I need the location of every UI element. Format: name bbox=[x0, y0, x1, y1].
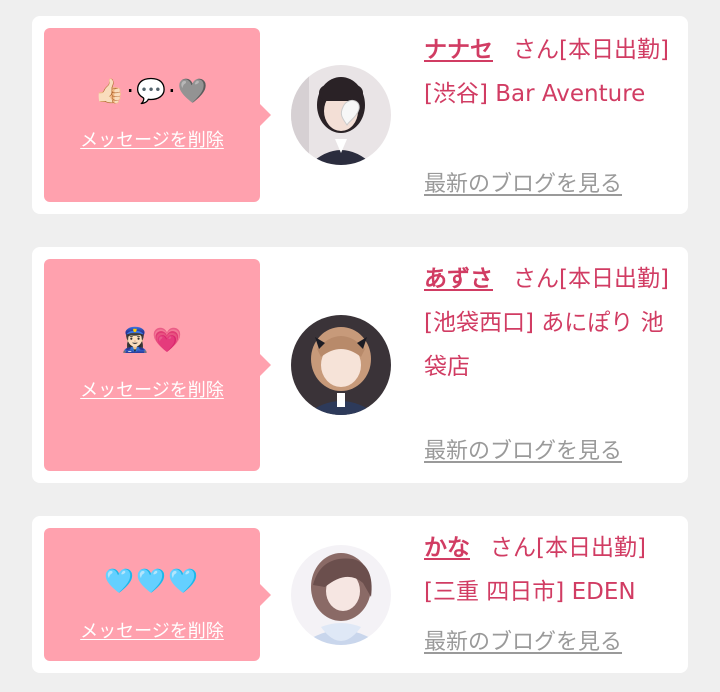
area-label: [三重 四日市] bbox=[424, 579, 565, 605]
avatar-photo bbox=[291, 65, 391, 165]
avatar-photo bbox=[291, 315, 391, 415]
avatar[interactable] bbox=[291, 545, 391, 645]
message-bubble: 👮🏻‍♀️💗 メッセージを削除 bbox=[44, 259, 271, 471]
message-emoji: 👮🏻‍♀️💗 bbox=[120, 326, 184, 354]
cast-info: かな さん[本日出勤] [三重 四日市] EDEN bbox=[424, 526, 680, 614]
list-item: 👮🏻‍♀️💗 メッセージを削除 あずさ さん[本日出勤] [池袋西口] あにぽり … bbox=[32, 247, 688, 483]
cast-info: ナナセ さん[本日出勤] [渋谷] Bar Aventure bbox=[424, 28, 680, 116]
avatar[interactable] bbox=[291, 65, 391, 165]
shop-name: EDEN bbox=[571, 579, 636, 605]
delete-message-link[interactable]: メッセージを削除 bbox=[44, 621, 260, 643]
cast-name-link[interactable]: かな bbox=[424, 535, 470, 561]
attendance-status: さん[本日出勤] bbox=[490, 535, 646, 561]
cast-name-link[interactable]: あずさ bbox=[424, 266, 493, 292]
cast-info: あずさ さん[本日出勤] [池袋西口] あにぽり 池袋店 bbox=[424, 257, 680, 389]
latest-blog-link[interactable]: 最新のブログを見る bbox=[424, 628, 622, 658]
cast-name-link[interactable]: ナナセ bbox=[424, 37, 493, 63]
area-label: [池袋西口] bbox=[424, 310, 534, 336]
list-item: 👍🏻·💬·🩶 メッセージを削除 ナナセ さん[本日出勤] [渋谷] Bar Ave… bbox=[32, 16, 688, 214]
delete-message-link[interactable]: メッセージを削除 bbox=[44, 130, 260, 152]
list-item: 🩵🩵🩵 メッセージを削除 かな さん[本日出勤] [三重 四日市] EDEN 最新… bbox=[32, 516, 688, 673]
avatar[interactable] bbox=[291, 315, 391, 415]
shop-name: Bar Aventure bbox=[495, 81, 646, 107]
attendance-status: さん[本日出勤] bbox=[513, 37, 669, 63]
latest-blog-link[interactable]: 最新のブログを見る bbox=[424, 437, 622, 467]
message-emoji: 👍🏻·💬·🩶 bbox=[94, 77, 210, 105]
delete-message-link[interactable]: メッセージを削除 bbox=[44, 380, 260, 402]
avatar-photo bbox=[291, 545, 391, 645]
area-label: [渋谷] bbox=[424, 81, 488, 107]
message-bubble: 👍🏻·💬·🩶 メッセージを削除 bbox=[44, 28, 271, 202]
message-bubble: 🩵🩵🩵 メッセージを削除 bbox=[44, 528, 271, 661]
favorite-list: 👍🏻·💬·🩶 メッセージを削除 ナナセ さん[本日出勤] [渋谷] Bar Ave… bbox=[0, 0, 720, 692]
message-emoji: 🩵🩵🩵 bbox=[104, 567, 200, 595]
attendance-status: さん[本日出勤] bbox=[513, 266, 669, 292]
latest-blog-link[interactable]: 最新のブログを見る bbox=[424, 170, 622, 200]
